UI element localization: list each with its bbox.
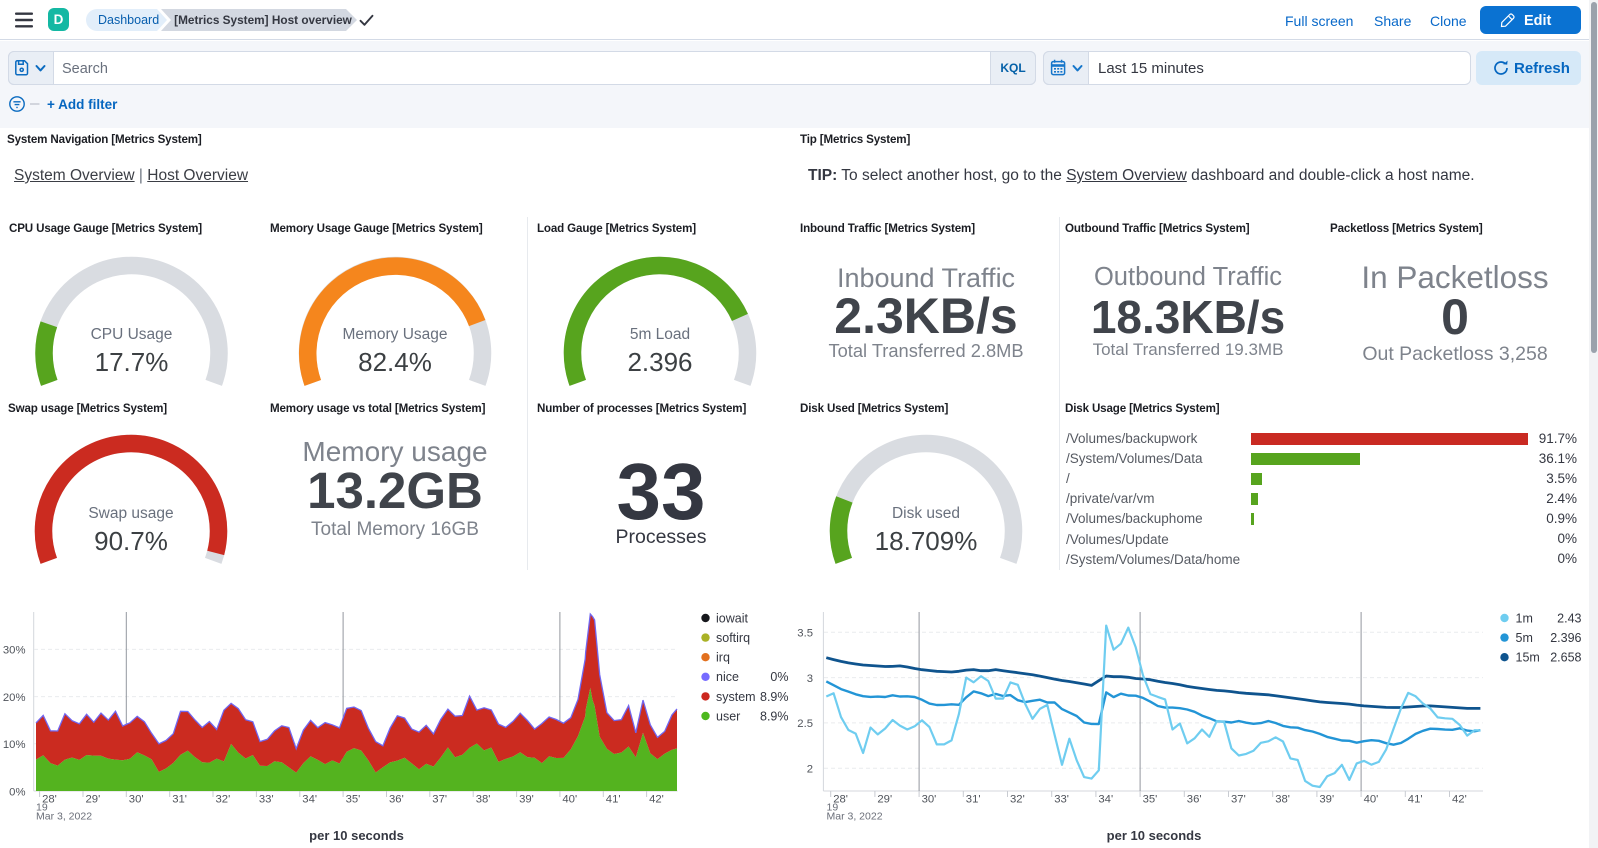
svg-text:36': 36' — [1187, 794, 1202, 806]
svg-text:40': 40' — [562, 794, 577, 806]
svg-text:Mar 3, 2022: Mar 3, 2022 — [827, 811, 883, 823]
svg-text:nice: nice — [716, 670, 739, 684]
svg-text:40': 40' — [1364, 794, 1379, 806]
svg-text:33': 33' — [1054, 794, 1069, 806]
svg-text:34': 34' — [1098, 794, 1113, 806]
svg-text:20%: 20% — [3, 692, 26, 704]
svg-text:29': 29' — [877, 794, 892, 806]
svg-text:15m: 15m — [1516, 651, 1540, 665]
svg-text:41': 41' — [606, 794, 621, 806]
svg-text:29': 29' — [86, 794, 101, 806]
svg-text:30': 30' — [129, 794, 144, 806]
svg-text:30%: 30% — [3, 645, 26, 657]
svg-text:35': 35' — [1143, 794, 1158, 806]
svg-text:per 10 seconds: per 10 seconds — [309, 828, 404, 843]
svg-text:36': 36' — [389, 794, 404, 806]
svg-text:1m: 1m — [1516, 611, 1533, 625]
svg-text:37': 37' — [1231, 794, 1246, 806]
svg-text:30': 30' — [922, 794, 937, 806]
svg-text:2.5: 2.5 — [797, 718, 813, 730]
svg-text:0%: 0% — [9, 786, 25, 798]
svg-text:38': 38' — [1275, 794, 1290, 806]
svg-text:28': 28' — [42, 794, 57, 806]
svg-text:iowait: iowait — [716, 611, 748, 625]
svg-text:37': 37' — [432, 794, 447, 806]
svg-text:31': 31' — [172, 794, 187, 806]
svg-text:35': 35' — [346, 794, 361, 806]
svg-text:2.43: 2.43 — [1557, 611, 1581, 625]
svg-text:41': 41' — [1408, 794, 1423, 806]
svg-text:28': 28' — [833, 794, 848, 806]
svg-text:32': 32' — [216, 794, 231, 806]
svg-text:10%: 10% — [3, 739, 26, 751]
svg-text:Mar 3, 2022: Mar 3, 2022 — [36, 811, 92, 823]
svg-text:2: 2 — [807, 764, 813, 776]
svg-text:softirq: softirq — [716, 631, 750, 645]
svg-text:0%: 0% — [770, 670, 788, 684]
svg-text:33': 33' — [259, 794, 274, 806]
svg-text:42': 42' — [1452, 794, 1467, 806]
svg-text:32': 32' — [1010, 794, 1025, 806]
svg-text:38': 38' — [476, 794, 491, 806]
svg-text:39': 39' — [519, 794, 534, 806]
svg-text:5m: 5m — [1516, 631, 1533, 645]
svg-text:19: 19 — [827, 802, 839, 814]
svg-text:3.5: 3.5 — [797, 628, 813, 640]
svg-text:39': 39' — [1319, 794, 1334, 806]
svg-text:user: user — [716, 709, 740, 723]
svg-text:34': 34' — [302, 794, 317, 806]
svg-text:3: 3 — [807, 673, 813, 685]
svg-text:8.9%: 8.9% — [760, 690, 789, 704]
svg-text:system: system — [716, 690, 756, 704]
svg-text:2.396: 2.396 — [1550, 631, 1581, 645]
svg-text:2.658: 2.658 — [1550, 651, 1581, 665]
svg-text:42': 42' — [649, 794, 664, 806]
svg-text:19: 19 — [36, 802, 48, 814]
svg-text:31': 31' — [966, 794, 981, 806]
svg-text:8.9%: 8.9% — [760, 709, 789, 723]
svg-text:irq: irq — [716, 651, 730, 665]
svg-text:per 10 seconds: per 10 seconds — [1107, 828, 1202, 843]
